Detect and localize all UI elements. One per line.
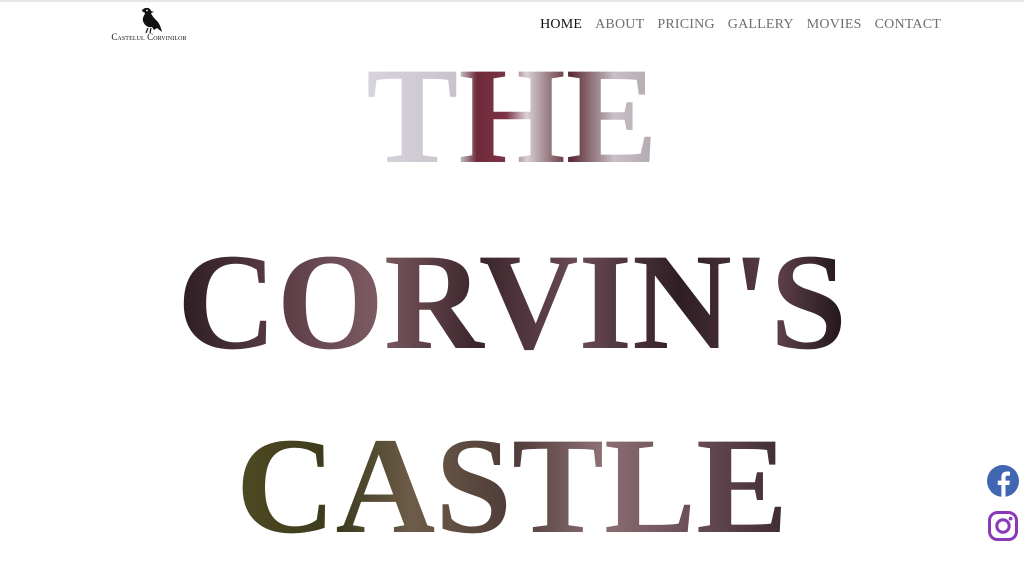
instagram-link[interactable] — [986, 509, 1020, 543]
hero-title: THE CORVIN'S CASTLE — [177, 39, 847, 562]
facebook-icon — [987, 465, 1019, 497]
hero-line-castle: CASTLE — [236, 409, 788, 562]
page: Castelul Corvinilor HOME ABOUT PRICING G… — [0, 0, 1024, 580]
instagram-icon — [988, 511, 1018, 541]
hero-line-corvins: CORVIN'S — [177, 225, 847, 378]
facebook-link[interactable] — [986, 464, 1020, 498]
hero-line-the: THE — [366, 39, 657, 192]
